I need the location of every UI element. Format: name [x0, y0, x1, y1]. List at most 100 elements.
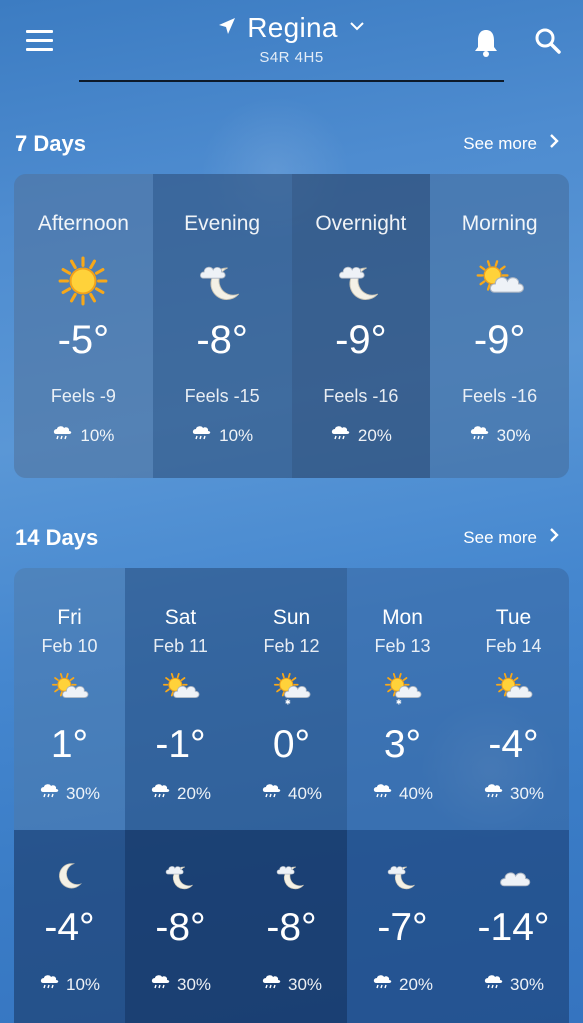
precipitation-value: 30% [287, 974, 323, 994]
precipitation-icon [191, 425, 211, 446]
precipitation-icon [483, 783, 503, 804]
precipitation-icon [261, 783, 281, 804]
day-column[interactable]: Mon Feb 13 ✱ 3° 40% [347, 568, 458, 830]
day-name: Fri [57, 606, 82, 629]
precipitation-icon [483, 974, 503, 995]
moon-icon [14, 856, 125, 896]
period-name: Morning [461, 212, 538, 235]
day-column[interactable]: Tue Feb 14 -4° 30% [458, 568, 569, 830]
day-high-temperature: 1° [50, 723, 89, 766]
period-temperature: -5° [57, 318, 110, 362]
day-column[interactable]: Fri Feb 10 1° 30% [14, 568, 125, 830]
precipitation-icon [150, 974, 170, 995]
sun-cloud-icon [125, 669, 236, 709]
period-name: Overnight [315, 212, 407, 235]
moon-cloud-icon [236, 856, 347, 896]
day-precipitation: 30% [14, 783, 125, 804]
period-precipitation: 30% [430, 425, 569, 446]
chevron-right-icon [549, 133, 559, 154]
precipitation-icon [39, 783, 59, 804]
night-precipitation: 20% [347, 974, 458, 995]
night-column[interactable]: -8° 30% [236, 830, 347, 1023]
period-name: Evening [184, 212, 261, 235]
precipitation-value: 10% [219, 425, 254, 445]
day-high-temperature: -1° [155, 723, 206, 766]
day-high-temperature: 0° [272, 723, 311, 766]
period-column[interactable]: Morning -9° Feels -16 30% [430, 174, 569, 478]
see-more-label: See more [463, 133, 537, 153]
night-column[interactable]: -4° 10% [14, 830, 125, 1023]
bell-icon[interactable] [472, 27, 500, 57]
chevron-down-icon [348, 19, 366, 37]
sun-cloud-icon [14, 669, 125, 709]
precipitation-value: 30% [509, 974, 545, 994]
sun-cloud-snow-icon: ✱ [236, 669, 347, 709]
precipitation-value: 30% [176, 974, 212, 994]
precipitation-icon [261, 974, 281, 995]
precipitation-icon [330, 425, 350, 446]
svg-text:✱: ✱ [395, 698, 401, 707]
night-column[interactable]: -8° 30% [125, 830, 236, 1023]
night-precipitation: 30% [458, 974, 569, 995]
day-column[interactable]: Sun Feb 12 ✱ 0° 40% [236, 568, 347, 830]
precipitation-value: 10% [80, 425, 115, 445]
precipitation-value: 20% [398, 974, 434, 994]
day-row: Fri Feb 10 1° 30% Sat Feb 11 -1° 20% Sun… [14, 568, 569, 830]
precipitation-value: 30% [509, 783, 545, 803]
day-name: Sat [164, 606, 197, 629]
precipitation-value: 30% [496, 425, 531, 445]
precipitation-value: 20% [176, 783, 212, 803]
period-temperature: -9° [335, 318, 387, 362]
day-precipitation: 40% [236, 783, 347, 804]
sun-cloud-snow-icon: ✱ [347, 669, 458, 709]
period-precipitation: 10% [14, 425, 153, 446]
cloud-icon [458, 856, 569, 896]
precipitation-icon [52, 425, 72, 446]
precipitation-value: 10% [65, 974, 101, 994]
period-temperature: -9° [473, 318, 526, 362]
sun-cloud-icon [458, 669, 569, 709]
night-low-temperature: -8° [266, 906, 317, 949]
day-name: Mon [382, 606, 423, 629]
period-precipitation: 20% [292, 425, 431, 446]
day-name: Sun [272, 606, 311, 629]
fourteen-days-title: 14 Days [15, 525, 99, 550]
period-column[interactable]: Overnight -9° Feels -16 20% [291, 174, 431, 478]
period-column[interactable]: Evening -8° Feels -15 10% [152, 174, 292, 478]
day-name: Tue [495, 606, 532, 629]
precipitation-icon [372, 783, 392, 804]
night-low-temperature: -7° [377, 906, 428, 949]
sun-cloud-icon [430, 254, 569, 308]
fourteen-day-card[interactable]: Fri Feb 10 1° 30% Sat Feb 11 -1° 20% Sun… [14, 568, 569, 1023]
seven-day-card[interactable]: Afternoon -5° Feels -9 10% Evening -8° F… [14, 174, 569, 478]
moon-cloud-icon [125, 856, 236, 896]
seven-days-see-more[interactable]: See more [463, 133, 559, 154]
svg-text:✱: ✱ [284, 698, 290, 707]
day-column[interactable]: Sat Feb 11 -1° 20% [125, 568, 236, 830]
fourteen-days-see-more[interactable]: See more [463, 527, 559, 548]
precipitation-value: 40% [287, 783, 323, 803]
seven-days-title: 7 Days [15, 131, 86, 156]
app-header: Regina S4R 4H5 [0, 0, 583, 90]
period-column[interactable]: Afternoon -5° Feels -9 10% [14, 174, 153, 478]
period-feels-like: Feels -16 [462, 386, 538, 406]
period-precipitation: 10% [153, 425, 292, 446]
moon-cloud-icon [153, 254, 292, 308]
day-precipitation: 40% [347, 783, 458, 804]
moon-cloud-icon [292, 254, 431, 308]
period-temperature: -8° [196, 318, 248, 362]
night-low-temperature: -8° [155, 906, 206, 949]
night-column[interactable]: -7° 20% [347, 830, 458, 1023]
period-name: Afternoon [37, 212, 129, 235]
location-selector[interactable]: Regina [217, 12, 366, 44]
night-column[interactable]: -14° 30% [458, 830, 569, 1023]
precipitation-value: 40% [398, 783, 434, 803]
night-precipitation: 30% [125, 974, 236, 995]
period-feels-like: Feels -15 [184, 386, 260, 406]
search-icon[interactable] [534, 27, 562, 55]
night-row: -4° 10% -8° 30% -8° 30% -7° 20% -14° 30% [14, 830, 569, 1023]
day-high-temperature: 3° [383, 723, 422, 766]
day-date: Feb 13 [374, 636, 431, 656]
day-date: Feb 10 [41, 636, 98, 656]
precipitation-icon [39, 974, 59, 995]
